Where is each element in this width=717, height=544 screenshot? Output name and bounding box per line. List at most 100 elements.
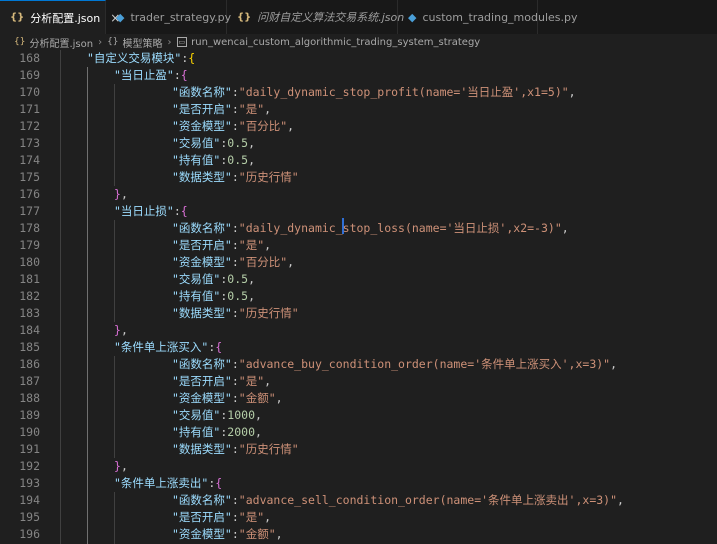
code-token: : <box>231 527 239 541</box>
code-token: 0.5 <box>227 272 249 286</box>
code-token: "交易值" <box>172 272 221 286</box>
code-token: : <box>231 391 239 405</box>
json-file-icon: {} <box>10 12 25 23</box>
code-line: 188 "资金模型":"金额", <box>0 390 717 407</box>
code-token: , <box>248 136 256 150</box>
code-token: "函数名称" <box>172 493 232 507</box>
code-token: "daily_dynamic_stop_profit(name='当日止盈',x… <box>238 85 569 99</box>
code-text: "数据类型":"历史行情" <box>172 169 299 186</box>
line-number: 172 <box>19 119 40 133</box>
breadcrumb-object[interactable]: 模型策略 <box>123 35 163 50</box>
code-text: }, <box>114 186 128 203</box>
code-token: "条件单上涨买入" <box>114 340 209 354</box>
code-token: , <box>561 221 569 235</box>
line-number: 169 <box>19 68 40 82</box>
tab-2[interactable]: ◆ trader_strategy.py <box>106 0 231 34</box>
line-number: 185 <box>19 340 40 354</box>
tab-1[interactable]: {} 分析配置.json × <box>0 0 120 34</box>
code-line: 187 "是否开启":"是", <box>0 373 717 390</box>
line-number: 183 <box>19 306 40 320</box>
code-token: { <box>180 68 188 82</box>
code-text: "持有值":0.5, <box>172 288 255 305</box>
chevron-right-icon: › <box>167 36 172 48</box>
code-token: "历史行情" <box>238 306 299 320</box>
code-token: : <box>231 493 239 507</box>
code-token: } <box>114 323 121 337</box>
code-token: "历史行情" <box>238 170 299 184</box>
code-text: "函数名称":"advance_sell_condition_order(nam… <box>172 492 624 509</box>
line-number: 170 <box>19 85 40 99</box>
code-token: "金额" <box>238 391 276 405</box>
code-token: , <box>287 119 295 133</box>
code-line: 184}, <box>0 322 717 339</box>
code-token: : <box>231 102 239 116</box>
object-icon: {} <box>107 37 119 47</box>
code-token: : <box>231 85 239 99</box>
code-token: , <box>617 493 624 507</box>
code-token: "是否开启" <box>172 510 232 524</box>
python-file-icon: ◆ <box>116 10 125 24</box>
code-token: : <box>231 306 239 320</box>
line-number: 191 <box>19 442 40 456</box>
line-number: 171 <box>19 102 40 116</box>
line-number: 190 <box>19 425 40 439</box>
code-text: "是否开启":"是", <box>172 373 271 390</box>
breadcrumb-item[interactable]: run_wencai_custom_algorithmic_trading_sy… <box>191 37 480 48</box>
breadcrumb: {} 分析配置.json › {} 模型策略 › ▭ run_wencai_cu… <box>0 34 717 50</box>
line-number: 178 <box>19 221 40 235</box>
line-number: 188 <box>19 391 40 405</box>
code-line: 171 "是否开启":"是", <box>0 101 717 118</box>
code-token: "交易值" <box>172 136 221 150</box>
breadcrumb-file[interactable]: 分析配置.json <box>29 35 93 50</box>
code-token: "数据类型" <box>172 170 232 184</box>
code-text: "当日止盈":{ <box>114 67 188 84</box>
code-token: "当日止盈" <box>114 68 174 82</box>
code-token: { <box>188 51 196 65</box>
line-number: 179 <box>19 238 40 252</box>
code-token: "是" <box>238 238 265 252</box>
code-line: 172 "资金模型":"百分比", <box>0 118 717 135</box>
code-token: { <box>215 340 223 354</box>
code-line: 175 "数据类型":"历史行情" <box>0 169 717 186</box>
tab-label: 问财自定义算法交易系统.json <box>257 11 405 24</box>
code-token: "资金模型" <box>172 255 232 269</box>
code-text: "资金模型":"金额", <box>172 390 283 407</box>
code-token: } <box>114 459 121 473</box>
line-number: 177 <box>19 204 40 218</box>
code-line: 179 "是否开启":"是", <box>0 237 717 254</box>
code-token: "资金模型" <box>172 527 232 541</box>
code-editor[interactable]: 168 "自定义交易模块":{169 "当日止盈":{170 "函数名称":"dail… <box>0 50 717 544</box>
code-token: , <box>120 459 128 473</box>
code-text: "数据类型":"历史行情" <box>172 305 299 322</box>
code-text: "资金模型":"金额", <box>172 526 283 543</box>
tab-label: custom_trading_modules.py <box>422 10 578 24</box>
line-number: 168 <box>19 51 40 65</box>
tab-3[interactable]: {} 问财自定义算法交易系统.json <box>227 0 404 34</box>
code-line: 185 "条件单上涨买入":{ <box>0 339 717 356</box>
code-text: "交易值":0.5, <box>172 135 255 152</box>
code-token: , <box>264 102 272 116</box>
code-text: }, <box>114 458 128 475</box>
code-text: "是否开启":"是", <box>172 509 271 526</box>
chevron-right-icon: › <box>98 36 103 48</box>
code-token: { <box>215 476 223 490</box>
code-text: "资金模型":"百分比", <box>172 118 294 135</box>
code-token: "自定义交易模块" <box>87 51 182 65</box>
json-file-icon: {} <box>237 11 252 23</box>
code-token: : <box>231 442 239 456</box>
code-line: 177 "当日止损":{ <box>0 203 717 220</box>
code-token: 0.5 <box>227 289 249 303</box>
code-line: 182 "持有值":0.5, <box>0 288 717 305</box>
tab-4[interactable]: ◆ custom_trading_modules.py <box>398 0 578 34</box>
code-line: 181 "交易值":0.5, <box>0 271 717 288</box>
line-number: 173 <box>19 136 40 150</box>
code-text: "数据类型":"历史行情" <box>172 441 299 458</box>
code-token: "数据类型" <box>172 306 232 320</box>
code-text: "当日止损":{ <box>114 203 188 220</box>
line-number: 187 <box>19 374 40 388</box>
code-line: 178 "函数名称":"daily_dynamic_stop_loss(name=… <box>0 220 717 237</box>
code-token: "资金模型" <box>172 119 232 133</box>
code-line: 189 "交易值":1000, <box>0 407 717 424</box>
code-token: } <box>114 187 121 201</box>
code-token: "金额" <box>238 527 276 541</box>
